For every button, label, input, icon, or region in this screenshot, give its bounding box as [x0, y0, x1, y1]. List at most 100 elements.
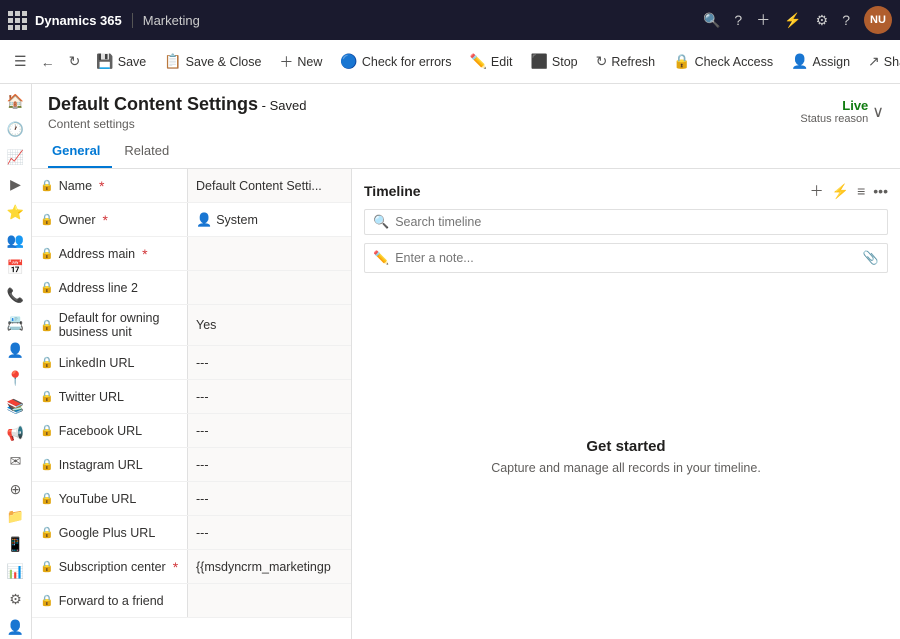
field-label-forward: 🔒 Forward to a friend — [32, 584, 187, 617]
owner-person-icon: 👤 — [196, 212, 212, 228]
sidebar-item-home[interactable]: 🏠 — [2, 90, 30, 114]
sidebar-item-analytics[interactable]: 📈 — [2, 145, 30, 169]
timeline-filter-icon[interactable]: ⚡ — [832, 183, 849, 200]
field-row-address-line2: 🔒 Address line 2 — [32, 271, 351, 305]
edit-button[interactable]: ✏️ Edit — [461, 49, 520, 74]
app-name[interactable]: Dynamics 365 — [35, 13, 122, 28]
forward-input[interactable] — [196, 594, 343, 608]
sidebar-item-social[interactable]: ⊕ — [2, 477, 30, 501]
field-value-instagram[interactable]: --- — [187, 448, 351, 481]
lock-icon-default-owning: 🔒 — [40, 319, 54, 332]
field-value-twitter[interactable]: --- — [187, 380, 351, 413]
address-line2-input[interactable] — [196, 281, 343, 295]
sidebar-item-contacts[interactable]: 👥 — [2, 228, 30, 252]
tab-related[interactable]: Related — [120, 137, 181, 168]
save-button[interactable]: 💾 Save — [88, 49, 154, 74]
field-value-forward[interactable] — [187, 584, 351, 617]
nav-menu-button[interactable]: ☰ — [8, 49, 33, 74]
field-value-linkedin[interactable]: --- — [187, 346, 351, 379]
lock-icon-owner: 🔒 — [40, 213, 54, 226]
lock-icon-forward: 🔒 — [40, 594, 54, 607]
status-chevron-icon[interactable]: ∨ — [872, 102, 884, 122]
field-value-address-line2[interactable] — [187, 271, 351, 304]
field-value-address-main[interactable] — [187, 237, 351, 270]
settings-icon[interactable]: ⚙ — [816, 12, 829, 29]
sidebar-item-phone2[interactable]: 📱 — [2, 533, 30, 557]
timeline-note-entry[interactable]: ✏️ 📎 — [364, 243, 888, 273]
assign-icon: 👤 — [791, 53, 808, 70]
sidebar-item-messages[interactable]: 📢 — [2, 422, 30, 446]
field-row-name: 🔒 Name * Default Content Setti... — [32, 169, 351, 203]
timeline-title: Timeline — [364, 183, 421, 199]
refresh-icon: ↻ — [596, 53, 608, 70]
field-row-linkedin: 🔒 LinkedIn URL --- — [32, 346, 351, 380]
user-avatar[interactable]: NU — [864, 6, 892, 34]
field-value-subscription[interactable]: {{msdyncrm_marketingp — [187, 550, 351, 583]
field-value-google-plus[interactable]: --- — [187, 516, 351, 549]
apps-grid-icon[interactable] — [8, 11, 27, 30]
nav-back-button[interactable]: ← — [35, 50, 61, 74]
sidebar-item-journey[interactable]: ▶ — [2, 173, 30, 197]
sidebar-item-users[interactable]: 👤 — [2, 339, 30, 363]
field-label-youtube: 🔒 YouTube URL — [32, 482, 187, 515]
timeline-section: Timeline ＋ ⚡ ≡ ••• 🔍 ✏️ 📎 — [352, 169, 900, 639]
sidebar-item-profile[interactable]: 👤 — [2, 615, 30, 639]
lock-icon-facebook: 🔒 — [40, 424, 54, 437]
stop-button[interactable]: ⬛ Stop — [522, 49, 585, 74]
field-label-default-owning: 🔒 Default for owning business unit — [32, 305, 187, 345]
field-value-owner[interactable]: 👤 System — [187, 203, 351, 236]
timeline-search-bar[interactable]: 🔍 — [364, 209, 888, 235]
lock-icon-subscription: 🔒 — [40, 560, 54, 573]
sidebar-item-calls[interactable]: 📞 — [2, 284, 30, 308]
filter-icon[interactable]: ⚡ — [784, 12, 801, 29]
check-errors-button[interactable]: 🔵 Check for errors — [332, 49, 459, 74]
sidebar-item-recent[interactable]: 🕐 — [2, 118, 30, 142]
field-label-owner: 🔒 Owner * — [32, 203, 187, 236]
field-value-facebook[interactable]: --- — [187, 414, 351, 447]
sidebar-item-email[interactable]: ✉ — [2, 450, 30, 474]
field-value-default-owning[interactable]: Yes — [187, 305, 351, 345]
edit-icon: ✏️ — [469, 53, 486, 70]
sidebar-item-files[interactable]: 📁 — [2, 505, 30, 529]
field-value-youtube[interactable]: --- — [187, 482, 351, 515]
sidebar-item-reports[interactable]: 📊 — [2, 560, 30, 584]
field-row-youtube: 🔒 YouTube URL --- — [32, 482, 351, 516]
share-button[interactable]: ↗ Share — [860, 49, 900, 74]
timeline-attachment-icon[interactable]: 📎 — [863, 250, 879, 266]
field-value-name[interactable]: Default Content Setti... — [187, 169, 351, 202]
nav-refresh-button[interactable]: ↻ — [63, 49, 87, 74]
new-button[interactable]: ＋ New — [271, 48, 330, 76]
address-main-input[interactable] — [196, 247, 343, 261]
saved-badge: - Saved — [262, 98, 307, 113]
form-timeline-area: 🔒 Name * Default Content Setti... 🔒 Owne… — [32, 169, 900, 639]
sidebar-item-library[interactable]: 📚 — [2, 394, 30, 418]
sidebar-item-calendar[interactable]: 📅 — [2, 256, 30, 280]
page-header: Default Content Settings - Saved Content… — [32, 84, 900, 131]
assign-button[interactable]: 👤 Assign — [783, 49, 858, 74]
top-nav-bar: Dynamics 365 Marketing 🔍 ? ＋ ⚡ ⚙ ? NU — [0, 0, 900, 40]
add-icon[interactable]: ＋ — [756, 10, 770, 30]
save-close-icon: 📋 — [164, 53, 181, 70]
sidebar-item-segments[interactable]: ⭐ — [2, 201, 30, 225]
question-icon[interactable]: ? — [842, 12, 850, 28]
new-icon: ＋ — [279, 52, 293, 72]
tab-general[interactable]: General — [48, 137, 112, 168]
status-section: Live Status reason ∨ — [800, 98, 884, 125]
timeline-more-icon[interactable]: ••• — [873, 183, 888, 199]
save-close-button[interactable]: 📋 Save & Close — [156, 49, 269, 74]
refresh-button[interactable]: ↻ Refresh — [588, 49, 664, 74]
timeline-add-icon[interactable]: ＋ — [810, 181, 824, 201]
search-icon[interactable]: 🔍 — [703, 12, 720, 29]
lock-icon-google-plus: 🔒 — [40, 526, 54, 539]
sidebar-item-contacts2[interactable]: 📇 — [2, 311, 30, 335]
check-access-button[interactable]: 🔒 Check Access — [665, 49, 781, 74]
help-icon[interactable]: ? — [734, 12, 742, 28]
status-label: Live — [800, 98, 868, 113]
sidebar-item-settings-nav[interactable]: ⚙ — [2, 588, 30, 612]
timeline-view-icon[interactable]: ≡ — [857, 183, 865, 199]
check-access-icon: 🔒 — [673, 53, 690, 70]
timeline-search-input[interactable] — [395, 215, 879, 229]
module-name[interactable]: Marketing — [132, 13, 200, 28]
timeline-note-input[interactable] — [395, 251, 857, 265]
sidebar-item-locations[interactable]: 📍 — [2, 367, 30, 391]
